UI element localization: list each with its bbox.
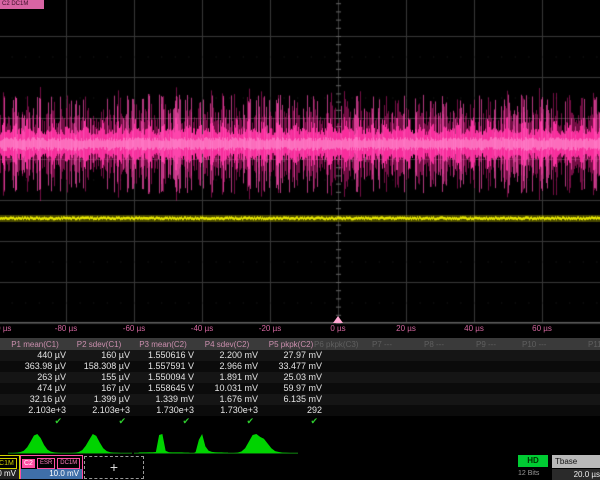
measurement-value: 1.730e+3 [132, 405, 194, 416]
measurement-value: 2.103e+3 [68, 405, 130, 416]
waveform-grid-display [0, 0, 600, 325]
oscilloscope-screen: C2 DC1M C1 DC1M 10.0 mV C2 ESR DC1M 10.0… [0, 0, 600, 480]
hd-mode-badge[interactable]: HD [518, 455, 548, 467]
hd-bits-label: 12 Bits [518, 470, 539, 477]
measurement-value: 2.966 mV [196, 361, 258, 372]
measurement-value: 2.200 mV [196, 350, 258, 361]
measurement-header-disabled[interactable]: P10 --- [522, 340, 578, 350]
measurement-value: 158.308 µV [68, 361, 130, 372]
measurement-value: 10.031 mV [196, 383, 258, 394]
c1-vertical-scale: 10.0 mV [0, 469, 19, 479]
measurement-value: 32.16 µV [4, 394, 66, 405]
measurement-header[interactable]: P1 mean(C1) [4, 340, 66, 350]
histicon[interactable] [70, 434, 126, 453]
histicon[interactable] [232, 434, 292, 453]
measurement-value: 363.98 µV [4, 361, 66, 372]
c2-esr-badge: ESR [37, 458, 55, 469]
measurement-status-check: ✔ [4, 416, 62, 427]
measurement-header-disabled[interactable]: P11 [588, 340, 600, 350]
measurement-value: 1.557591 V [132, 361, 194, 372]
time-axis-label: -100 µs [0, 324, 11, 333]
c2-vertical-scale: 10.0 mV [21, 469, 82, 479]
time-axis-label: 40 µs [464, 324, 484, 333]
measurement-value: 1.558645 V [132, 383, 194, 394]
measurement-header-disabled[interactable]: P8 --- [424, 340, 480, 350]
measurement-value: 440 µV [4, 350, 66, 361]
time-axis-label: -80 µs [55, 324, 77, 333]
measurement-header[interactable]: P3 mean(C2) [132, 340, 194, 350]
time-axis-label: 60 µs [532, 324, 552, 333]
histicon[interactable] [138, 434, 190, 453]
measurement-value: 1.399 µV [68, 394, 130, 405]
measurement-value: 160 µV [68, 350, 130, 361]
time-axis-label: 0 µs [330, 324, 345, 333]
histicon-strip[interactable] [0, 430, 600, 456]
measurement-value: 1.339 mV [132, 394, 194, 405]
measurement-header[interactable]: P4 sdev(C2) [196, 340, 258, 350]
measurement-value: 155 µV [68, 372, 130, 383]
measurement-status-check: ✔ [132, 416, 190, 427]
measurement-header-disabled[interactable]: P7 --- [372, 340, 428, 350]
measurement-header-disabled[interactable]: P6 pkpk(C3) [314, 340, 370, 350]
time-axis-label: -40 µs [191, 324, 213, 333]
add-trace-button[interactable]: + [84, 456, 144, 479]
measurement-value: 263 µV [4, 372, 66, 383]
measurement-header[interactable]: P5 pkpk(C2) [260, 340, 322, 350]
measurement-value: 1.891 mV [196, 372, 258, 383]
measurement-value: 25.03 mV [260, 372, 322, 383]
c1-coupling-badge: DC1M [0, 458, 17, 469]
c2-label: C2 [22, 459, 35, 468]
measurement-value: 33.477 mV [260, 361, 322, 372]
histicon[interactable] [12, 434, 66, 453]
timebase-descriptor[interactable]: Tbase [552, 455, 600, 468]
measurement-status-check: ✔ [196, 416, 254, 427]
measurement-header[interactable]: P2 sdev(C1) [68, 340, 130, 350]
measurement-value: 167 µV [68, 383, 130, 394]
time-axis-label: -60 µs [123, 324, 145, 333]
measurement-value: 474 µV [4, 383, 66, 394]
measurement-value: 1.730e+3 [196, 405, 258, 416]
measurement-value: 1.550616 V [132, 350, 194, 361]
measurement-value: 1.676 mV [196, 394, 258, 405]
channel-descriptor-c1[interactable]: C1 DC1M 10.0 mV [0, 455, 20, 479]
c2-coupling-badge: DC1M [57, 458, 80, 469]
measurement-value: 2.103e+3 [4, 405, 66, 416]
channel-descriptor-c2[interactable]: C2 ESR DC1M 10.0 mV [20, 455, 83, 479]
measurement-status-check: ✔ [68, 416, 126, 427]
timebase-scale-value: 20.0 µs [552, 469, 600, 480]
measurement-value: 1.550094 V [132, 372, 194, 383]
measurement-value: 27.97 mV [260, 350, 322, 361]
measurement-value: 292 [260, 405, 322, 416]
trigger-position-marker[interactable] [333, 316, 343, 323]
active-trace-badge[interactable]: C2 DC1M [0, 0, 44, 9]
time-axis-label: 20 µs [396, 324, 416, 333]
measurement-status-check: ✔ [260, 416, 318, 427]
histicon[interactable] [194, 434, 246, 453]
measurement-value: 6.135 mV [260, 394, 322, 405]
measurement-value: 59.97 mV [260, 383, 322, 394]
time-axis-label: -20 µs [259, 324, 281, 333]
